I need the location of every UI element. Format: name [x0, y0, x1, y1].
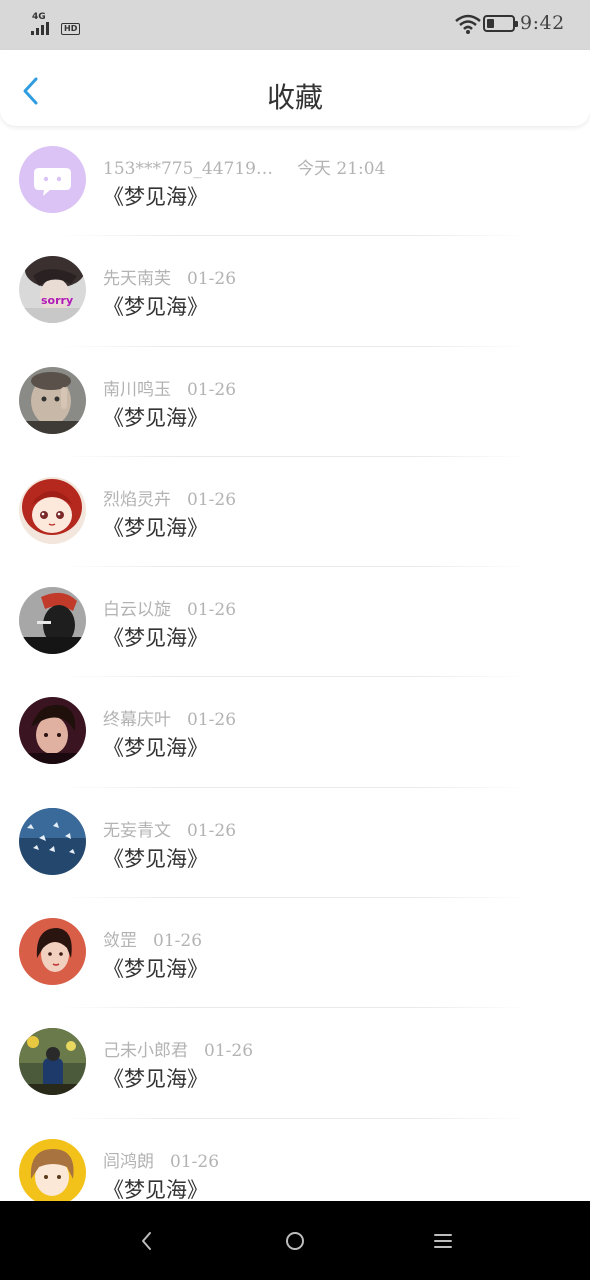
user-avatar[interactable]	[19, 366, 86, 434]
list-item[interactable]: 无妄青文 01-26 《梦见海》	[0, 788, 590, 899]
list-item[interactable]: sorry 先天南芙 01-26 《梦见海》	[0, 236, 590, 347]
item-meta: 无妄青文 01-26	[103, 816, 236, 841]
item-date: 01-26	[187, 269, 237, 290]
avatar-overlay-text: sorry	[41, 294, 73, 307]
item-date: 01-26	[170, 1151, 220, 1172]
user-name: 无妄青文	[103, 820, 171, 841]
page-title: 收藏	[266, 81, 323, 114]
user-name: 敛罡	[103, 931, 137, 952]
item-date: 01-26	[187, 600, 237, 621]
wifi-icon	[455, 14, 481, 34]
clock: 9:42	[520, 12, 565, 34]
list-item[interactable]: 敛罡 01-26 《梦见海》	[0, 898, 590, 1009]
system-nav-bar	[0, 1201, 590, 1280]
item-date: 01-26	[153, 931, 203, 952]
book-title: 《梦见海》	[103, 1067, 208, 1092]
item-date: 01-26	[204, 1041, 254, 1062]
battery-level	[487, 19, 494, 28]
list-item[interactable]: 己未小郎君 01-26 《梦见海》	[0, 1008, 590, 1119]
list-item[interactable]: 烈焰灵卉 01-26 《梦见海》	[0, 457, 590, 568]
book-title: 《梦见海》	[103, 957, 208, 982]
book-title: 《梦见海》	[103, 736, 208, 761]
user-avatar[interactable]	[19, 1028, 86, 1096]
item-meta: 白云以旋 01-26	[103, 595, 236, 620]
list-item[interactable]: 终幕庆叶 01-26 《梦见海》	[0, 677, 590, 788]
nav-back-icon[interactable]	[131, 1225, 163, 1257]
book-title: 《梦见海》	[103, 846, 208, 871]
book-title: 《梦见海》	[103, 1177, 208, 1201]
user-name: 153***775_44719…	[103, 159, 273, 179]
user-avatar[interactable]	[19, 697, 86, 765]
item-date: 01-26	[187, 820, 237, 841]
hd-badge: HD	[61, 23, 81, 35]
user-avatar[interactable]	[19, 918, 86, 986]
user-name: 烈焰灵卉	[103, 489, 171, 510]
item-meta: 先天南芙 01-26	[103, 264, 236, 289]
user-name: 先天南芙	[103, 269, 171, 290]
list-item[interactable]: 闾鸿朗 01-26 《梦见海》	[0, 1119, 590, 1201]
signal-icon	[31, 22, 53, 35]
book-title: 《梦见海》	[103, 295, 208, 320]
user-avatar[interactable]	[19, 1138, 86, 1201]
item-meta: 153***775_44719… 今天 21:04	[103, 154, 385, 179]
battery-icon	[483, 15, 518, 32]
chat-bubble-icon[interactable]	[19, 146, 86, 213]
user-avatar[interactable]	[19, 807, 86, 875]
item-date: 今天 21:04	[296, 159, 386, 179]
item-meta: 闾鸿朗 01-26	[103, 1147, 219, 1172]
nav-home-icon[interactable]	[279, 1225, 311, 1257]
user-name: 白云以旋	[103, 600, 171, 621]
user-name: 终幕庆叶	[103, 710, 171, 731]
list-item[interactable]: 153***775_44719… 今天 21:04 《梦见海》	[0, 126, 590, 237]
nav-menu-icon[interactable]	[427, 1225, 459, 1257]
item-date: 01-26	[187, 489, 237, 510]
item-meta: 敛罡 01-26	[103, 926, 202, 951]
status-bar: 4G HD 9:42	[0, 0, 590, 50]
favorites-list: 153***775_44719… 今天 21:04 《梦见海》 sorry 先天南…	[0, 126, 590, 1201]
book-title: 《梦见海》	[103, 405, 208, 430]
book-title: 《梦见海》	[103, 185, 208, 209]
item-meta: 己未小郎君 01-26	[103, 1036, 253, 1061]
user-avatar[interactable]: sorry	[19, 256, 86, 324]
list-item[interactable]: 白云以旋 01-26 《梦见海》	[0, 567, 590, 678]
item-date: 01-26	[187, 379, 237, 400]
book-title: 《梦见海》	[103, 515, 208, 540]
item-meta: 烈焰灵卉 01-26	[103, 485, 236, 510]
user-avatar[interactable]	[19, 476, 86, 544]
book-title: 《梦见海》	[103, 626, 208, 651]
user-name: 己未小郎君	[103, 1041, 188, 1062]
header: 收藏	[0, 50, 590, 126]
item-meta: 南川鸣玉 01-26	[103, 375, 236, 400]
user-name: 南川鸣玉	[103, 379, 171, 400]
list-item[interactable]: 南川鸣玉 01-26 《梦见海》	[0, 347, 590, 457]
item-meta: 终幕庆叶 01-26	[103, 705, 236, 730]
user-name: 闾鸿朗	[103, 1151, 154, 1172]
user-avatar[interactable]	[19, 587, 86, 655]
network-type: 4G	[32, 12, 46, 22]
item-date: 01-26	[187, 710, 237, 731]
